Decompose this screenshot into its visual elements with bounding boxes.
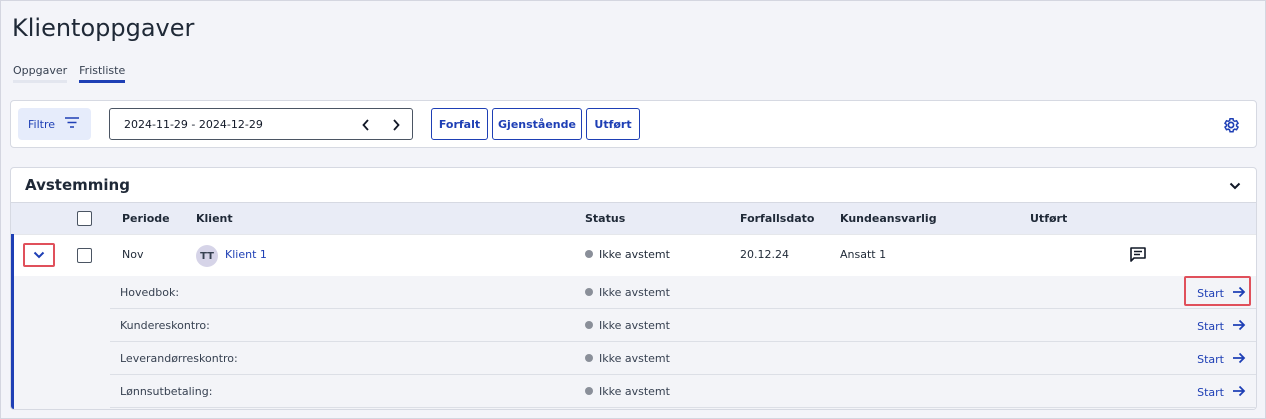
filter-icon bbox=[65, 117, 80, 131]
toolbar: Filtre 2024-11-29 - 2024-12-29 Forfalt G… bbox=[10, 100, 1257, 148]
filter-button[interactable]: Filtre bbox=[18, 108, 91, 140]
tab-bar: Oppgaver Fristliste bbox=[13, 64, 126, 83]
avstemming-panel: Avstemming Periode Klient Status Forfall… bbox=[10, 167, 1257, 410]
status-dot bbox=[585, 250, 593, 258]
comment-icon[interactable] bbox=[1129, 246, 1147, 264]
forfalt-button[interactable]: Forfalt bbox=[431, 108, 488, 140]
panel-header: Avstemming bbox=[11, 168, 1256, 202]
subtask-row: Lønnsutbetaling: Ikke avstemt Start bbox=[110, 375, 1256, 408]
start-button-label: Start bbox=[1197, 352, 1224, 366]
arrow-right-icon bbox=[1232, 385, 1246, 400]
arrow-right-icon bbox=[1232, 286, 1246, 301]
subtask-label: Kundereskontro: bbox=[120, 319, 210, 332]
subtask-status: Ikke avstemt bbox=[585, 286, 670, 299]
utfort-button[interactable]: Utført bbox=[586, 108, 640, 140]
status-dot bbox=[585, 387, 593, 395]
date-range-picker[interactable]: 2024-11-29 - 2024-12-29 bbox=[109, 108, 413, 140]
start-button[interactable]: Start bbox=[1197, 382, 1246, 402]
column-header-forfallsdato: Forfallsdato bbox=[740, 212, 815, 225]
start-button-label: Start bbox=[1197, 286, 1224, 300]
subtask-label: Leverandørreskontro: bbox=[120, 352, 238, 365]
row-forfallsdato: 20.12.24 bbox=[740, 248, 789, 261]
arrow-right-icon bbox=[1232, 352, 1246, 367]
gear-icon[interactable] bbox=[1222, 116, 1240, 134]
table-row: Nov TT Klient 1 Ikke avstemt 20.12.24 An… bbox=[11, 234, 1256, 276]
avatar: TT bbox=[196, 245, 218, 267]
column-header-utfort: Utført bbox=[1030, 212, 1068, 225]
subtask-row: Kundereskontro: Ikke avstemt Start bbox=[110, 309, 1256, 342]
subtask-status-label: Ikke avstemt bbox=[599, 319, 670, 332]
tab-oppgaver[interactable]: Oppgaver bbox=[13, 64, 68, 83]
row-status: Ikke avstemt bbox=[585, 248, 670, 261]
page-title: Klientoppgaver bbox=[12, 14, 195, 42]
start-button[interactable]: Start bbox=[1197, 349, 1246, 369]
status-dot bbox=[585, 288, 593, 296]
row-kundeansvarlig: Ansatt 1 bbox=[840, 248, 887, 261]
filter-button-label: Filtre bbox=[28, 117, 56, 131]
subtask-label: Hovedbok: bbox=[120, 286, 180, 299]
column-header-status: Status bbox=[585, 212, 626, 225]
status-dot bbox=[585, 354, 593, 362]
expand-row-button[interactable] bbox=[23, 243, 55, 267]
select-all-checkbox[interactable] bbox=[77, 211, 92, 226]
chevron-down-icon[interactable] bbox=[1228, 178, 1242, 192]
expanded-subtasks: Hovedbok: Ikke avstemt Start Kundereskon… bbox=[14, 276, 1256, 409]
gjenstaende-button[interactable]: Gjenstående bbox=[492, 108, 582, 140]
start-button[interactable]: Start bbox=[1197, 283, 1246, 303]
chevron-down-icon bbox=[33, 249, 45, 262]
subtask-status-label: Ikke avstemt bbox=[599, 352, 670, 365]
column-header-kundeansvarlig: Kundeansvarlig bbox=[840, 212, 937, 225]
chevron-right-icon[interactable] bbox=[386, 115, 406, 135]
subtask-status-label: Ikke avstemt bbox=[599, 286, 670, 299]
tab-fristliste[interactable]: Fristliste bbox=[79, 64, 126, 83]
subtask-row: Hovedbok: Ikke avstemt Start bbox=[110, 276, 1256, 309]
row-status-label: Ikke avstemt bbox=[599, 248, 670, 261]
subtask-status: Ikke avstemt bbox=[585, 319, 670, 332]
date-range-value: 2024-11-29 - 2024-12-29 bbox=[124, 117, 263, 131]
status-dot bbox=[585, 321, 593, 329]
chevron-left-icon[interactable] bbox=[356, 115, 376, 135]
table-header: Periode Klient Status Forfallsdato Kunde… bbox=[11, 202, 1256, 234]
subtask-status: Ikke avstemt bbox=[585, 352, 670, 365]
subtask-label: Lønnsutbetaling: bbox=[120, 385, 213, 398]
column-header-klient: Klient bbox=[196, 212, 233, 225]
subtask-status-label: Ikke avstemt bbox=[599, 385, 670, 398]
start-button[interactable]: Start bbox=[1197, 316, 1246, 336]
row-periode: Nov bbox=[122, 248, 144, 261]
column-header-periode: Periode bbox=[122, 212, 170, 225]
subtask-status: Ikke avstemt bbox=[585, 385, 670, 398]
arrow-right-icon bbox=[1232, 319, 1246, 334]
start-button-label: Start bbox=[1197, 385, 1224, 399]
start-button-label: Start bbox=[1197, 319, 1224, 333]
client-link[interactable]: Klient 1 bbox=[225, 248, 267, 261]
row-checkbox[interactable] bbox=[77, 248, 92, 263]
subtask-row: Leverandørreskontro: Ikke avstemt Start bbox=[110, 342, 1256, 375]
panel-title: Avstemming bbox=[25, 176, 130, 194]
